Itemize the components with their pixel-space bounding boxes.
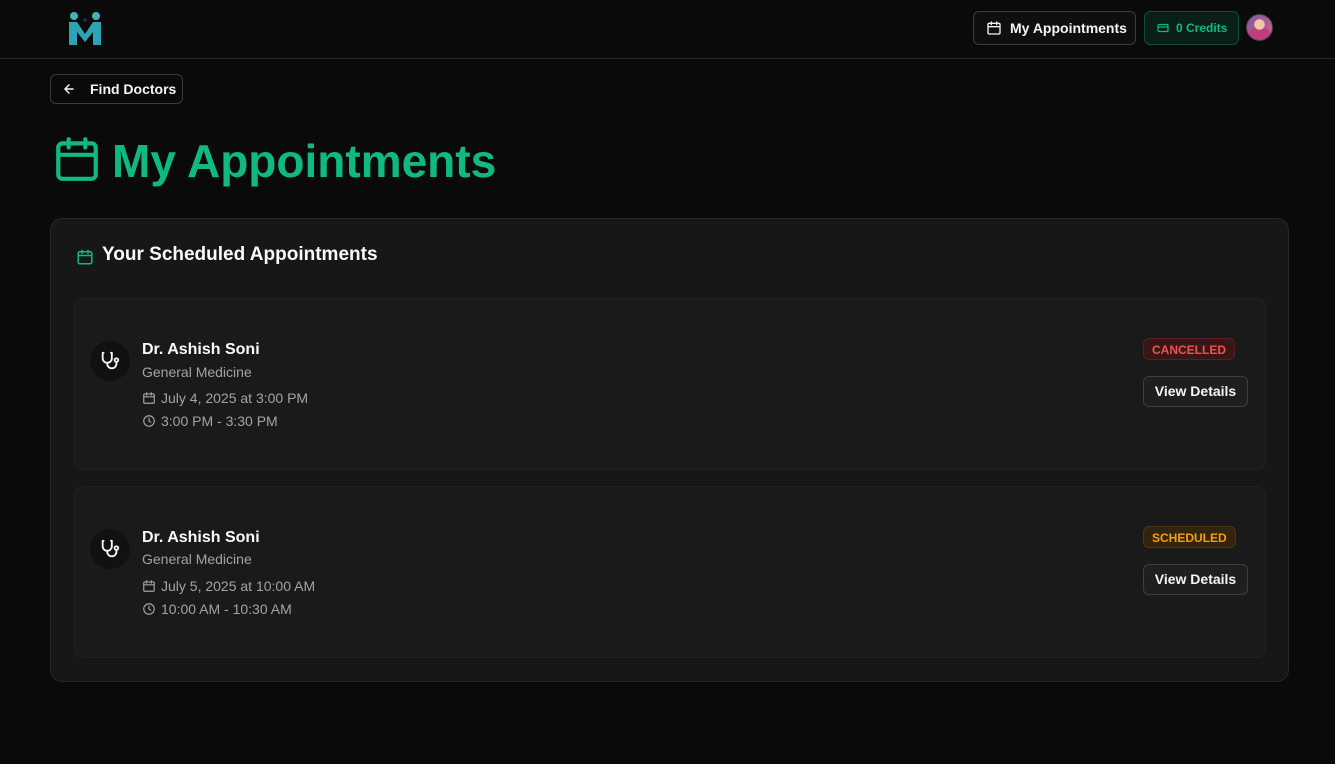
appointments-card: Your Scheduled Appointments Dr. Ashish S… [50, 218, 1289, 682]
appointment-date-row: July 5, 2025 at 10:00 AM [142, 578, 315, 594]
appointment-time-row: 3:00 PM - 3:30 PM [142, 413, 278, 429]
app-logo[interactable] [66, 10, 104, 48]
my-appointments-button[interactable]: My Appointments [973, 11, 1136, 45]
user-avatar[interactable] [1246, 14, 1273, 41]
card-title: Your Scheduled Appointments [102, 244, 378, 265]
page-title: My Appointments [112, 135, 497, 187]
clock-icon [142, 414, 156, 428]
view-details-button[interactable]: View Details [1143, 376, 1248, 407]
appointment-item: Dr. Ashish Soni General Medicine July 4,… [74, 298, 1266, 470]
appointment-date: July 4, 2025 at 3:00 PM [161, 390, 309, 406]
appointment-date-row: July 4, 2025 at 3:00 PM [142, 390, 308, 406]
appointment-time: 10:00 AM - 10:30 AM [161, 601, 292, 617]
top-navigation-bar: My Appointments 0 Credits [0, 0, 1335, 59]
calendar-icon [142, 391, 156, 405]
stethoscope-icon [90, 529, 130, 569]
appointment-time-row: 10:00 AM - 10:30 AM [142, 601, 292, 617]
clock-icon [142, 602, 156, 616]
appointment-item: Dr. Ashish Soni General Medicine July 5,… [74, 486, 1266, 658]
calendar-icon [986, 20, 1002, 36]
my-appointments-label: My Appointments [1010, 20, 1127, 36]
appointment-time: 3:00 PM - 3:30 PM [161, 413, 278, 429]
status-badge: SCHEDULED [1143, 526, 1236, 548]
credits-badge[interactable]: 0 Credits [1144, 11, 1239, 45]
arrow-left-icon [62, 82, 76, 96]
doctor-name: Dr. Ashish Soni [142, 529, 260, 546]
stethoscope-icon [90, 341, 130, 381]
find-doctors-label: Find Doctors [90, 81, 177, 97]
doctor-specialty: General Medicine [142, 364, 252, 380]
view-details-button[interactable]: View Details [1143, 564, 1248, 595]
status-badge: CANCELLED [1143, 338, 1235, 360]
doctor-specialty: General Medicine [142, 551, 252, 567]
credit-card-icon [1157, 22, 1169, 34]
calendar-icon [52, 133, 102, 185]
calendar-icon [76, 248, 94, 266]
credits-label: 0 Credits [1176, 21, 1228, 35]
find-doctors-back-button[interactable]: Find Doctors [50, 74, 183, 104]
calendar-icon [142, 579, 156, 593]
appointment-date: July 5, 2025 at 10:00 AM [161, 578, 316, 594]
doctor-name: Dr. Ashish Soni [142, 341, 260, 358]
